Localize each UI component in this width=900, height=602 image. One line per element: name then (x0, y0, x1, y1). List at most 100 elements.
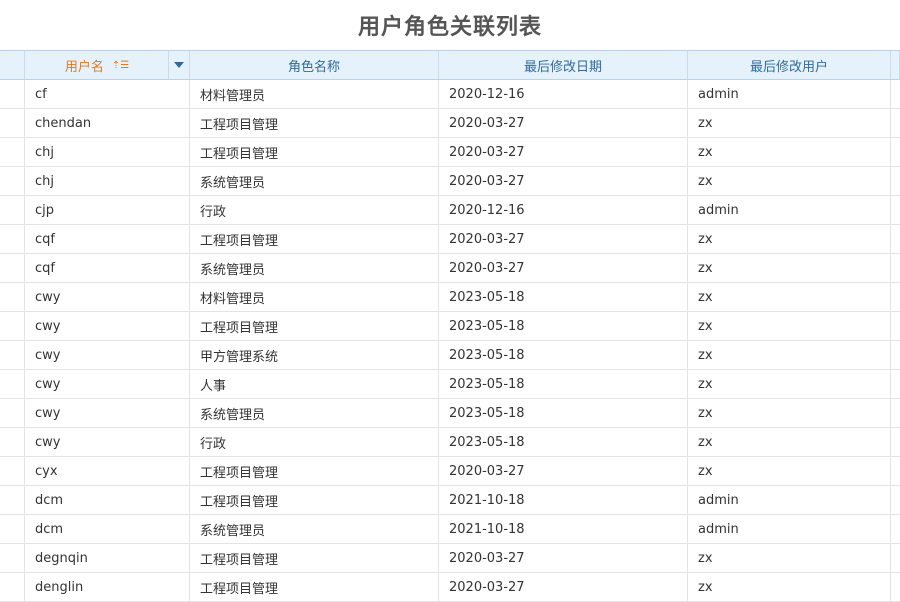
column-filter-dropdown-button[interactable] (168, 51, 189, 79)
cell-modified-user[interactable]: zx (688, 573, 891, 601)
cell-modified-user[interactable]: zx (688, 225, 891, 253)
row-indicator[interactable] (0, 457, 25, 485)
table-row[interactable]: cwy 人事 2023-05-18 zx (0, 370, 900, 399)
cell-modified-date[interactable]: 2020-03-27 (439, 138, 688, 166)
cell-username[interactable]: cwy (25, 312, 190, 340)
cell-modified-user[interactable]: zx (688, 138, 891, 166)
row-indicator[interactable] (0, 254, 25, 282)
cell-modified-date[interactable]: 2021-10-18 (439, 486, 688, 514)
row-indicator[interactable] (0, 544, 25, 572)
row-indicator[interactable] (0, 138, 25, 166)
cell-role-name[interactable]: 系统管理员 (190, 167, 439, 195)
row-indicator[interactable] (0, 196, 25, 224)
row-indicator[interactable] (0, 428, 25, 456)
cell-username[interactable]: cwy (25, 370, 190, 398)
table-row[interactable]: chj 系统管理员 2020-03-27 zx (0, 167, 900, 196)
cell-modified-user[interactable]: zx (688, 341, 891, 369)
cell-modified-date[interactable]: 2023-05-18 (439, 341, 688, 369)
cell-modified-date[interactable]: 2020-03-27 (439, 457, 688, 485)
cell-modified-date[interactable]: 2020-12-16 (439, 196, 688, 224)
cell-modified-date[interactable]: 2020-03-27 (439, 573, 688, 601)
cell-username[interactable]: cwy (25, 428, 190, 456)
cell-modified-user[interactable]: zx (688, 312, 891, 340)
row-indicator[interactable] (0, 399, 25, 427)
cell-modified-date[interactable]: 2020-03-27 (439, 167, 688, 195)
cell-modified-user[interactable]: admin (688, 80, 891, 108)
column-header-username[interactable]: 用户名 ⇡☰ (25, 51, 190, 79)
table-row[interactable]: cwy 材料管理员 2023-05-18 zx (0, 283, 900, 312)
cell-modified-date[interactable]: 2023-05-18 (439, 283, 688, 311)
cell-role-name[interactable]: 工程项目管理 (190, 312, 439, 340)
cell-username[interactable]: dcm (25, 486, 190, 514)
cell-modified-user[interactable]: zx (688, 428, 891, 456)
row-indicator[interactable] (0, 370, 25, 398)
cell-username[interactable]: cwy (25, 283, 190, 311)
cell-username[interactable]: chj (25, 167, 190, 195)
cell-username[interactable]: cyx (25, 457, 190, 485)
cell-modified-user[interactable]: zx (688, 254, 891, 282)
table-row[interactable]: cf 材料管理员 2020-12-16 admin (0, 80, 900, 109)
cell-role-name[interactable]: 人事 (190, 370, 439, 398)
cell-username[interactable]: cwy (25, 341, 190, 369)
cell-modified-user[interactable]: zx (688, 109, 891, 137)
table-row[interactable]: cwy 工程项目管理 2023-05-18 zx (0, 312, 900, 341)
table-row[interactable]: dcm 工程项目管理 2021-10-18 admin (0, 486, 900, 515)
cell-role-name[interactable]: 系统管理员 (190, 515, 439, 543)
cell-role-name[interactable]: 工程项目管理 (190, 573, 439, 601)
cell-username[interactable]: degnqin (25, 544, 190, 572)
cell-modified-date[interactable]: 2020-12-16 (439, 80, 688, 108)
table-row[interactable]: chendan 工程项目管理 2020-03-27 zx (0, 109, 900, 138)
cell-role-name[interactable]: 工程项目管理 (190, 225, 439, 253)
cell-modified-user[interactable]: zx (688, 544, 891, 572)
cell-modified-user[interactable]: zx (688, 370, 891, 398)
cell-role-name[interactable]: 行政 (190, 196, 439, 224)
row-indicator[interactable] (0, 312, 25, 340)
cell-role-name[interactable]: 系统管理员 (190, 254, 439, 282)
cell-username[interactable]: cwy (25, 399, 190, 427)
cell-modified-date[interactable]: 2020-03-27 (439, 544, 688, 572)
row-indicator[interactable] (0, 80, 25, 108)
sort-ascending-icon[interactable]: ⇡☰ (112, 60, 129, 71)
table-row[interactable]: cwy 甲方管理系统 2023-05-18 zx (0, 341, 900, 370)
cell-modified-user[interactable]: zx (688, 457, 891, 485)
table-row[interactable]: cwy 行政 2023-05-18 zx (0, 428, 900, 457)
table-row[interactable]: denglin 工程项目管理 2020-03-27 zx (0, 573, 900, 602)
cell-username[interactable]: dcm (25, 515, 190, 543)
row-indicator[interactable] (0, 109, 25, 137)
column-header-role-name[interactable]: 角色名称 (190, 51, 439, 79)
cell-username[interactable]: cqf (25, 225, 190, 253)
cell-modified-date[interactable]: 2020-03-27 (439, 109, 688, 137)
column-header-modified-user[interactable]: 最后修改用户 (688, 51, 891, 79)
row-indicator[interactable] (0, 515, 25, 543)
cell-username[interactable]: cjp (25, 196, 190, 224)
cell-role-name[interactable]: 工程项目管理 (190, 109, 439, 137)
table-row[interactable]: cqf 系统管理员 2020-03-27 zx (0, 254, 900, 283)
cell-modified-date[interactable]: 2023-05-18 (439, 312, 688, 340)
row-indicator[interactable] (0, 225, 25, 253)
cell-modified-user[interactable]: zx (688, 399, 891, 427)
cell-role-name[interactable]: 行政 (190, 428, 439, 456)
cell-role-name[interactable]: 材料管理员 (190, 283, 439, 311)
table-row[interactable]: chj 工程项目管理 2020-03-27 zx (0, 138, 900, 167)
cell-modified-user[interactable]: zx (688, 167, 891, 195)
column-header-modified-date[interactable]: 最后修改日期 (439, 51, 688, 79)
row-indicator[interactable] (0, 573, 25, 601)
table-row[interactable]: degnqin 工程项目管理 2020-03-27 zx (0, 544, 900, 573)
cell-username[interactable]: cf (25, 80, 190, 108)
table-row[interactable]: cwy 系统管理员 2023-05-18 zx (0, 399, 900, 428)
cell-role-name[interactable]: 甲方管理系统 (190, 341, 439, 369)
cell-role-name[interactable]: 系统管理员 (190, 399, 439, 427)
cell-role-name[interactable]: 工程项目管理 (190, 138, 439, 166)
cell-modified-date[interactable]: 2023-05-18 (439, 370, 688, 398)
cell-username[interactable]: chj (25, 138, 190, 166)
cell-modified-user[interactable]: zx (688, 283, 891, 311)
cell-modified-date[interactable]: 2020-03-27 (439, 225, 688, 253)
cell-modified-user[interactable]: admin (688, 515, 891, 543)
row-indicator[interactable] (0, 341, 25, 369)
cell-role-name[interactable]: 工程项目管理 (190, 544, 439, 572)
cell-role-name[interactable]: 材料管理员 (190, 80, 439, 108)
table-row[interactable]: cjp 行政 2020-12-16 admin (0, 196, 900, 225)
row-indicator[interactable] (0, 283, 25, 311)
cell-modified-date[interactable]: 2023-05-18 (439, 428, 688, 456)
cell-role-name[interactable]: 工程项目管理 (190, 457, 439, 485)
